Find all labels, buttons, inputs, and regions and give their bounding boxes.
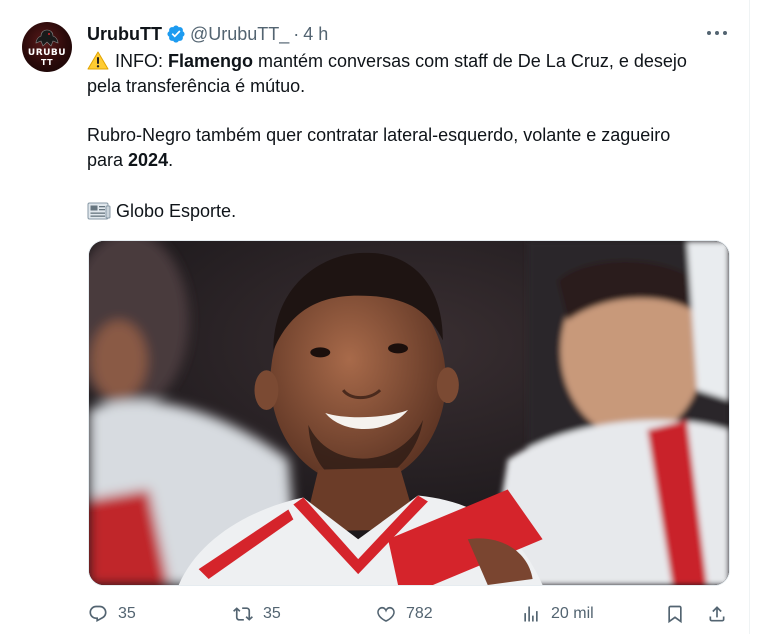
tweet-text-segment: mantém conversas com staff de De La Cruz…: [253, 51, 687, 71]
retweet-count: 35: [263, 605, 281, 622]
more-options-icon[interactable]: [704, 22, 730, 44]
separator-dot: ·: [293, 23, 300, 44]
heart-icon: [377, 606, 395, 622]
share-button[interactable]: [707, 600, 727, 628]
tweet-text-segment: .: [168, 150, 174, 170]
tweet-actions: 35 35 782 20 mil: [87, 600, 730, 628]
retweet-icon: [233, 607, 253, 621]
avatar-logo-text: URUBU: [27, 48, 67, 58]
tweet-text-bold: Flamengo: [168, 51, 254, 71]
tweet-header: UrubuTT @UrubuTT_ · 4 h: [87, 22, 328, 46]
retweet-button[interactable]: 35: [233, 600, 281, 628]
user-handle[interactable]: @UrubuTT_: [190, 24, 289, 45]
avatar[interactable]: URUBU TT: [22, 22, 72, 72]
post-time[interactable]: 4 h: [303, 24, 328, 45]
tweet-text-line: para 2024.: [87, 148, 173, 173]
tweet-text-bold: 2024: [128, 150, 169, 170]
views-button[interactable]: 20 mil: [521, 600, 594, 628]
tweet-text-segment: para: [87, 150, 129, 170]
tweet-text-line: INFO: Flamengo mantém conversas com staf…: [87, 49, 687, 74]
bookmark-button[interactable]: [665, 600, 685, 628]
reply-count: 35: [118, 605, 136, 622]
bookmark-icon: [668, 605, 682, 624]
tweet-text-line: Globo Esporte.: [87, 199, 236, 224]
display-name[interactable]: UrubuTT: [87, 24, 162, 45]
like-count: 782: [406, 605, 433, 622]
vulture-logo-icon: [35, 29, 59, 47]
newspaper-emoji-icon: [87, 202, 111, 220]
tweet-text-line: Rubro-Negro também quer contratar latera…: [87, 125, 671, 145]
share-icon: [709, 606, 725, 622]
avatar-logo-text: TT: [40, 58, 54, 67]
tweet-text-segment: Globo Esporte.: [116, 201, 237, 221]
reply-button[interactable]: 35: [88, 600, 136, 628]
tweet-text-segment: INFO:: [115, 51, 168, 71]
tweet-photo[interactable]: [88, 240, 730, 586]
warning-emoji-icon: [87, 51, 109, 70]
like-button[interactable]: 782: [376, 600, 433, 628]
views-count: 20 mil: [551, 605, 594, 622]
reply-icon: [89, 605, 107, 622]
views-chart-icon: [524, 606, 538, 622]
player-photo: [89, 241, 729, 585]
tweet-text-line: pela transferência é mútuo.: [87, 76, 306, 96]
verified-badge-icon[interactable]: [166, 24, 186, 44]
tweet-card[interactable]: URUBU TT UrubuTT @UrubuTT_ · 4 h INFO: F…: [0, 0, 750, 634]
